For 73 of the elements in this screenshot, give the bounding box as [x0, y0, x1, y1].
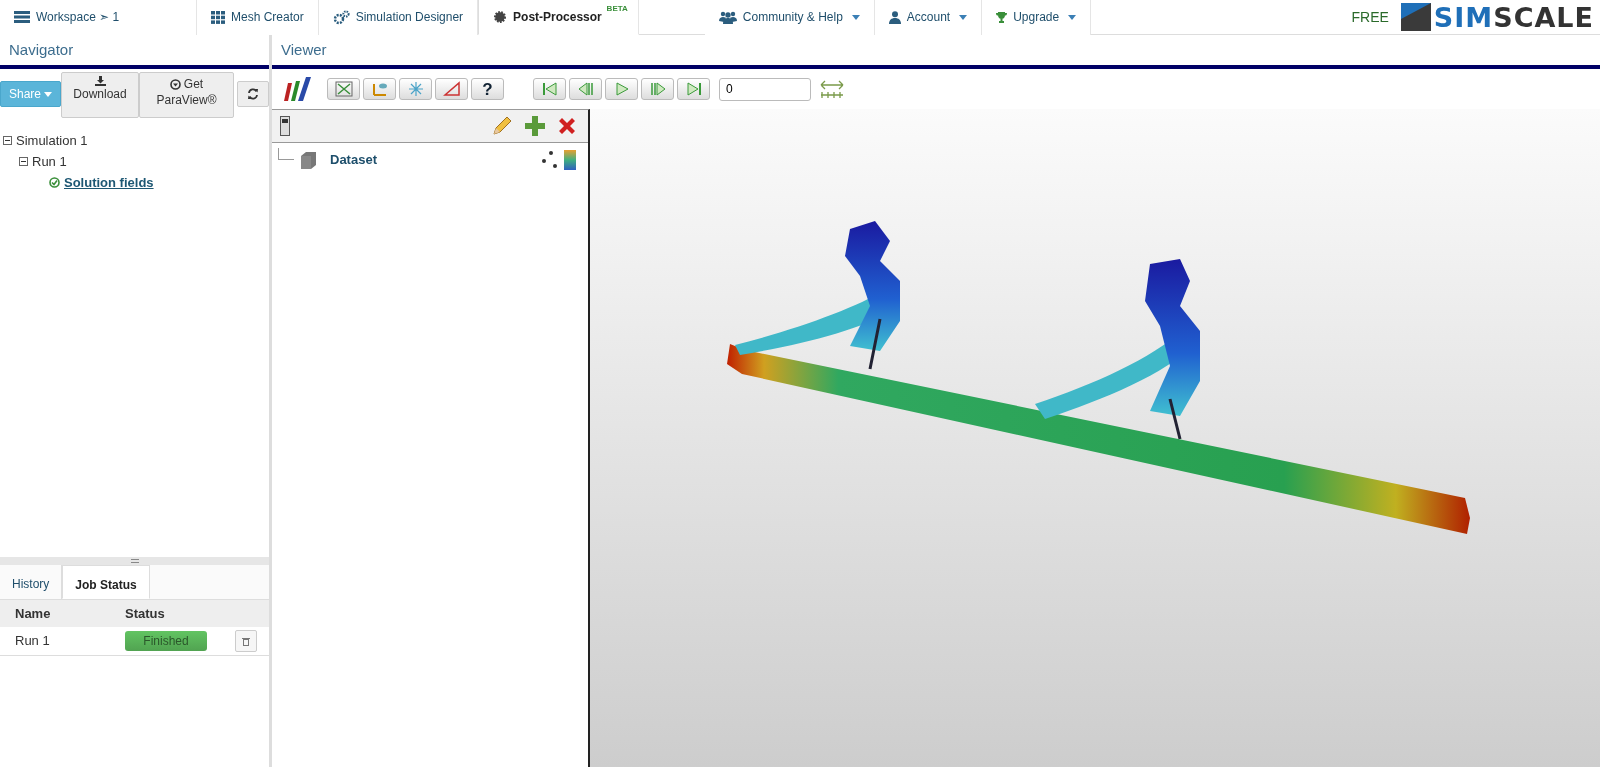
- trophy-icon: [996, 11, 1008, 23]
- last-frame-button[interactable]: [677, 78, 710, 100]
- status-label: Finished: [125, 631, 207, 651]
- axes-button[interactable]: [363, 78, 396, 100]
- frame-field[interactable]: 0: [719, 77, 811, 101]
- previous-frame-button[interactable]: [569, 78, 602, 100]
- nav-tab[interactable]: Simulation Designer: [318, 0, 479, 35]
- asterisk-button[interactable]: [399, 78, 432, 100]
- check-circle-icon: [49, 177, 60, 188]
- panel-tab[interactable]: Job Status: [62, 565, 150, 599]
- refresh-button[interactable]: [237, 81, 269, 107]
- panel-title: Navigator: [8, 40, 75, 60]
- toolbar-button[interactable]: Download: [61, 72, 139, 118]
- asterisk-icon: [407, 81, 424, 97]
- width-arrows-icon[interactable]: [820, 80, 844, 98]
- toolbar-button[interactable]: Get ParaView®: [139, 72, 234, 118]
- axes-icon: [370, 81, 389, 97]
- reset-view-icon: [334, 81, 353, 97]
- cube-icon: [298, 150, 318, 170]
- next-frame-button[interactable]: [641, 78, 674, 100]
- 3d-viewport[interactable]: [590, 109, 1600, 767]
- plus-icon[interactable]: [525, 116, 545, 136]
- grid-icon: [211, 10, 225, 24]
- step-forward-icon: [649, 82, 666, 96]
- device-icon[interactable]: [280, 116, 290, 136]
- nav-tab[interactable]: Workspace ➣ 1: [0, 0, 197, 35]
- tree-item[interactable]: Simulation 1: [16, 130, 88, 151]
- pencil-icon[interactable]: [491, 115, 513, 137]
- skip-end-icon: [685, 82, 702, 96]
- download-icon: [94, 76, 106, 86]
- triangle-icon: [442, 81, 461, 97]
- skip-start-icon: [541, 82, 558, 96]
- splitter-grip-icon[interactable]: [130, 559, 139, 563]
- step-back-icon: [577, 82, 594, 96]
- reset-view-button[interactable]: [327, 78, 360, 100]
- table-cell-text: Run 1: [14, 632, 51, 651]
- column-header: Status: [125, 604, 165, 623]
- caret-icon: [1068, 14, 1077, 20]
- plan-label: FREE: [1351, 7, 1389, 27]
- gears-icon: [332, 9, 350, 25]
- color-map-icon[interactable]: [564, 150, 576, 170]
- caret-icon: [44, 91, 53, 97]
- close-icon[interactable]: [557, 116, 577, 136]
- nav-menu[interactable]: Upgrade: [982, 0, 1092, 35]
- play-icon: [613, 82, 630, 96]
- paraview-logo: [282, 77, 312, 101]
- stacked-bars-icon: [14, 11, 30, 23]
- play-button[interactable]: [605, 78, 638, 100]
- tree-link[interactable]: Solution fields: [64, 172, 154, 193]
- nav-menu[interactable]: Community & Help: [704, 0, 875, 35]
- angle-button[interactable]: [435, 78, 468, 100]
- pipeline-item[interactable]: Dataset: [330, 150, 377, 170]
- nav-menu[interactable]: Account: [874, 0, 983, 35]
- caret-icon: [959, 14, 968, 20]
- trash-icon: [242, 636, 250, 646]
- refresh-icon: [247, 88, 259, 100]
- help-button[interactable]: ?: [471, 78, 504, 100]
- column-header: Name: [14, 604, 52, 623]
- delete-button[interactable]: [235, 630, 257, 652]
- simscale-logo: SIMSCALE: [1433, 3, 1594, 31]
- gear-icon: [493, 9, 508, 24]
- caret-icon: [851, 14, 860, 20]
- tree-item[interactable]: Run 1: [32, 151, 67, 172]
- nav-tab[interactable]: Post-Processor BETA: [478, 0, 639, 35]
- logo-mark-icon: [1400, 3, 1431, 31]
- panel-title: Viewer: [280, 40, 328, 60]
- nav-tab[interactable]: Mesh Creator: [197, 0, 319, 35]
- people-icon: [718, 10, 737, 24]
- first-frame-button[interactable]: [533, 78, 566, 100]
- beta-label: BETA: [606, 2, 628, 15]
- person-icon: [888, 10, 901, 24]
- collapse-icon[interactable]: [19, 157, 28, 166]
- collapse-icon[interactable]: [3, 136, 12, 145]
